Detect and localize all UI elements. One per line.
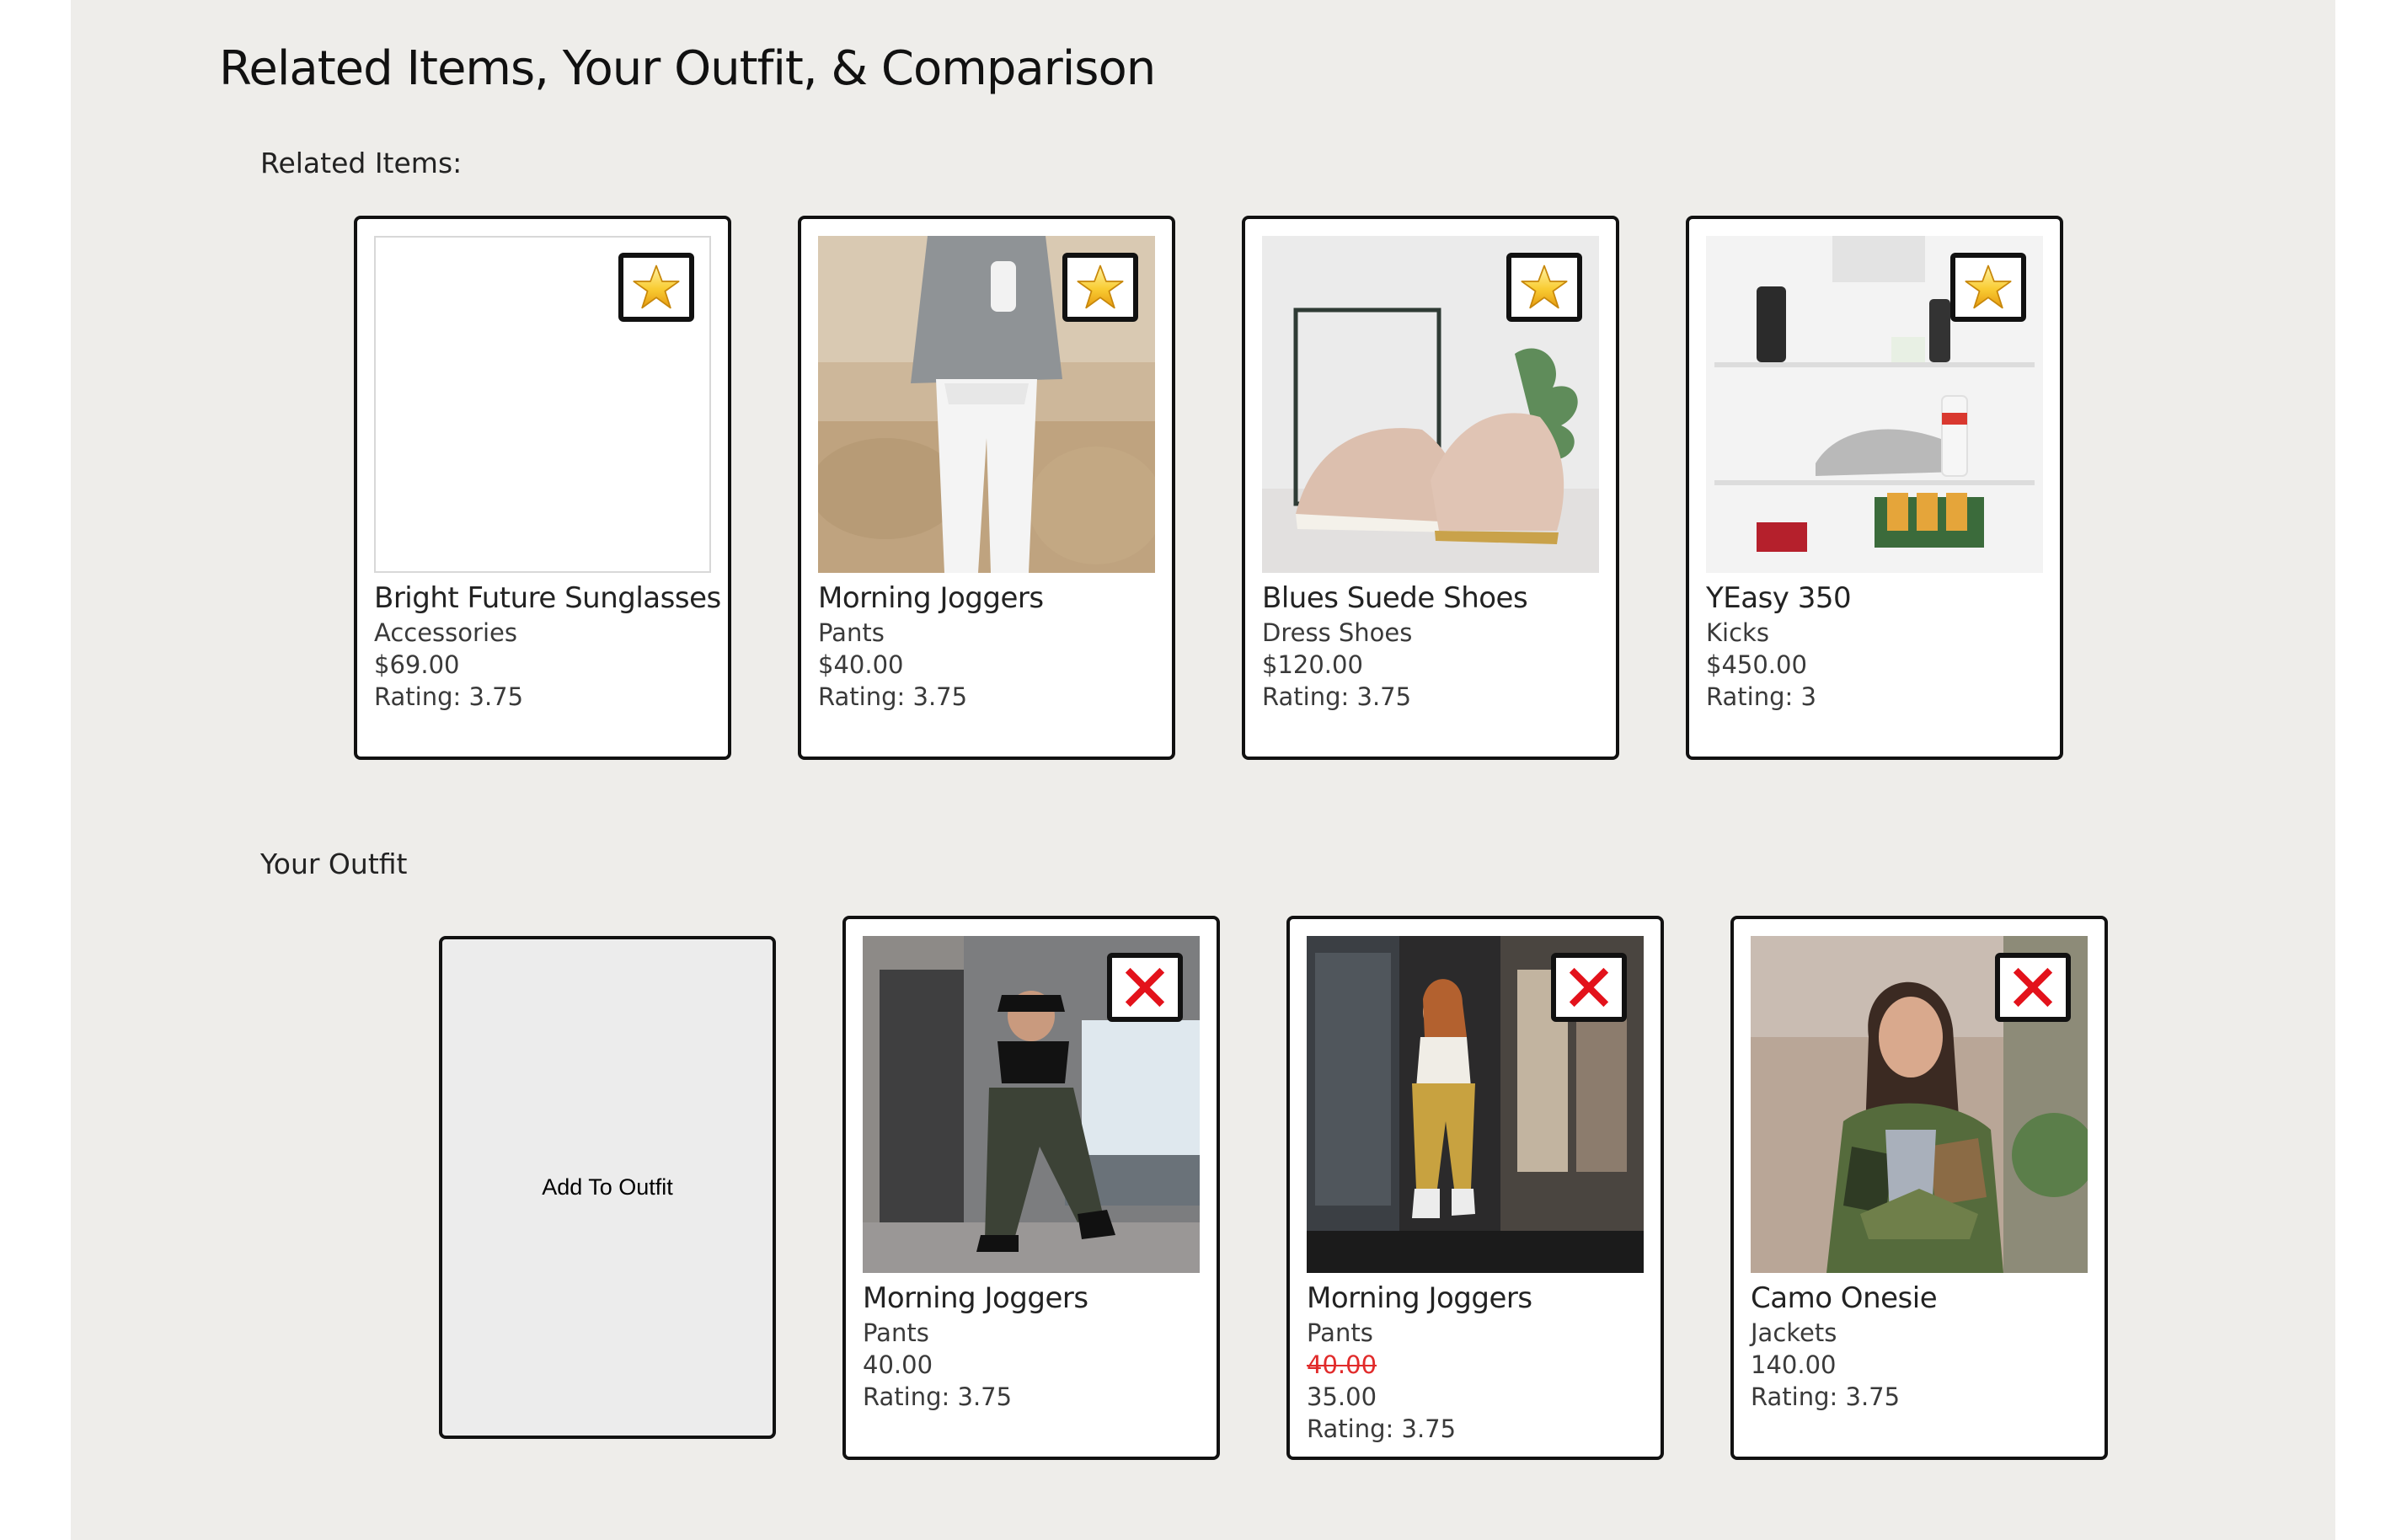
page-title: Related Items, Your Outfit, & Comparison [219, 41, 1156, 96]
product-rating: Rating: 3 [1706, 682, 1816, 711]
product-rating: Rating: 3.75 [1262, 682, 1412, 711]
outfit-item-card[interactable]: Morning Joggers Pants 40.00 35.00 Rating… [1286, 916, 1664, 1460]
your-outfit-label: Your Outfit [260, 848, 408, 880]
product-category: Accessories [374, 618, 517, 647]
page-panel: Related Items, Your Outfit, & Comparison… [71, 0, 2335, 1540]
product-price: 40.00 [863, 1350, 933, 1379]
close-icon[interactable] [1107, 953, 1183, 1022]
product-name[interactable]: YEasy 350 [1706, 580, 2051, 617]
product-category: Jackets [1751, 1318, 1837, 1347]
product-category: Kicks [1706, 618, 1769, 647]
original-price: 40.00 [1307, 1350, 1377, 1379]
product-price: $40.00 [818, 650, 904, 679]
product-rating: Rating: 3.75 [818, 682, 968, 711]
product-rating: Rating: 3.75 [1307, 1414, 1457, 1443]
add-to-outfit-label: Add To Outfit [542, 1174, 673, 1200]
related-item-card[interactable]: Blues Suede Shoes Dress Shoes $120.00 Ra… [1242, 216, 1619, 760]
outfit-item-card[interactable]: Camo Onesie Jackets 140.00 Rating: 3.75 [1730, 916, 2108, 1460]
close-icon[interactable] [1995, 953, 2071, 1022]
related-item-card[interactable]: Morning Joggers Pants $40.00 Rating: 3.7… [798, 216, 1175, 760]
star-icon[interactable] [1062, 253, 1138, 322]
product-rating: Rating: 3.75 [1751, 1382, 1901, 1411]
sale-price: 35.00 [1307, 1382, 1377, 1411]
product-category: Dress Shoes [1262, 618, 1413, 647]
related-item-card[interactable]: Bright Future Sunglasses Accessories $69… [354, 216, 731, 760]
product-name[interactable]: Blues Suede Shoes [1262, 580, 1607, 617]
product-name[interactable]: Bright Future Sunglasses [374, 580, 721, 617]
product-price: $69.00 [374, 650, 460, 679]
product-price: $120.00 [1262, 650, 1363, 679]
product-name[interactable]: Camo Onesie [1751, 1280, 2096, 1317]
product-category: Pants [818, 618, 885, 647]
star-icon[interactable] [1506, 253, 1582, 322]
product-category: Pants [1307, 1318, 1373, 1347]
outfit-item-card[interactable]: Morning Joggers Pants 40.00 Rating: 3.75 [842, 916, 1220, 1460]
product-name[interactable]: Morning Joggers [863, 1280, 1208, 1317]
product-price: 140.00 [1751, 1350, 1837, 1379]
product-name[interactable]: Morning Joggers [1307, 1280, 1652, 1317]
product-name[interactable]: Morning Joggers [818, 580, 1163, 617]
product-rating: Rating: 3.75 [863, 1382, 1013, 1411]
product-rating: Rating: 3.75 [374, 682, 524, 711]
related-item-card[interactable]: YEasy 350 Kicks $450.00 Rating: 3 [1686, 216, 2063, 760]
star-icon[interactable] [1950, 253, 2026, 322]
star-icon[interactable] [618, 253, 694, 322]
product-price: $450.00 [1706, 650, 1807, 679]
related-items-label: Related Items: [260, 147, 463, 179]
add-to-outfit-button[interactable]: Add To Outfit [439, 936, 776, 1439]
product-category: Pants [863, 1318, 929, 1347]
close-icon[interactable] [1551, 953, 1627, 1022]
